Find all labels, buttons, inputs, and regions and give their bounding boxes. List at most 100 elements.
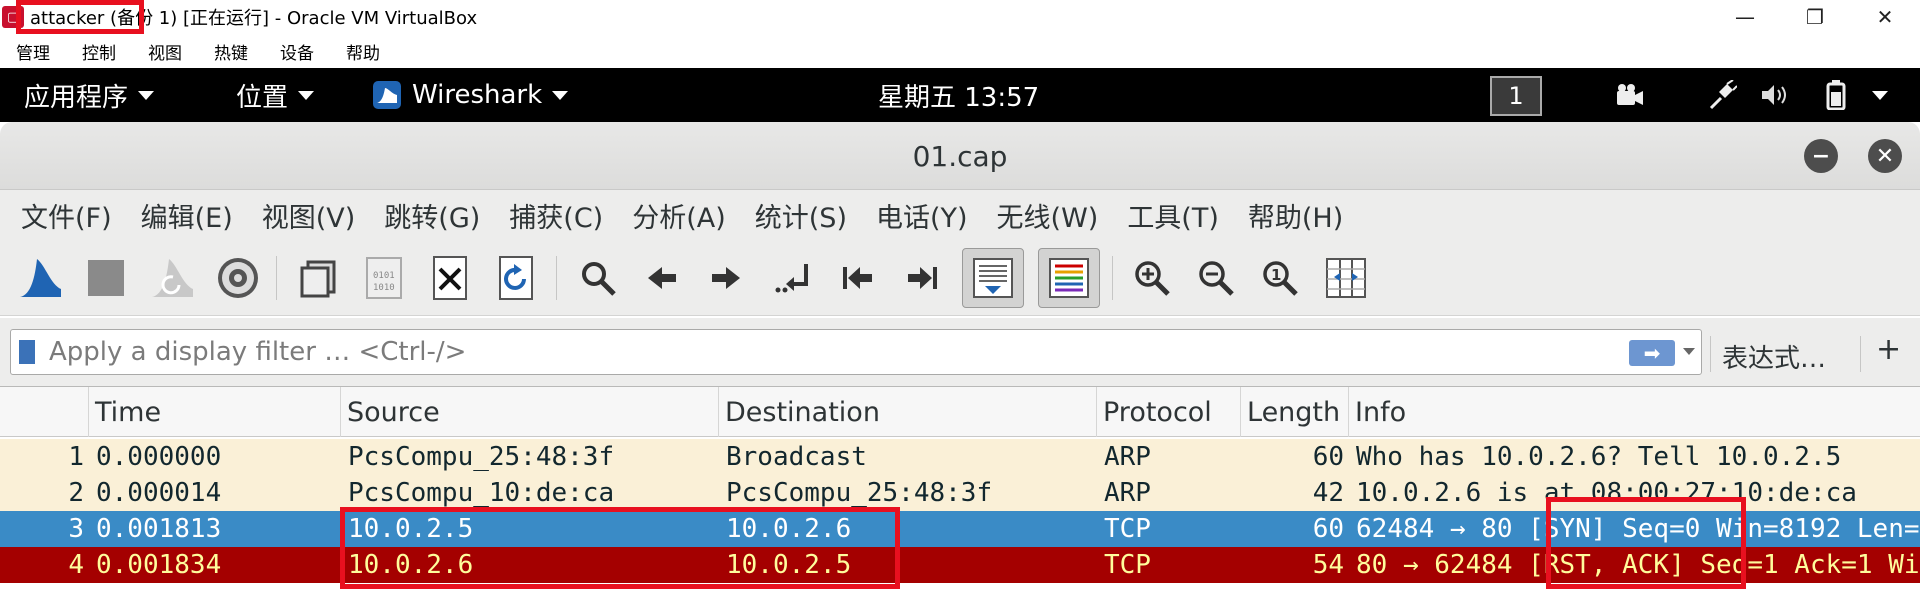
vbox-menu-devices[interactable]: 设备 [280,39,314,64]
menu-edit[interactable]: 编辑(E) [141,196,233,235]
wireshark-headerbar: 01.cap − ✕ [0,122,1920,190]
workspace-indicator[interactable]: 1 [1490,76,1542,116]
vbox-menu-manage[interactable]: 管理 [16,39,50,64]
packet-info: Who has 10.0.2.6? Tell 10.0.2.5 [1356,442,1842,472]
svg-text:1010: 1010 [373,283,395,293]
start-capture-fin-icon[interactable] [12,250,68,306]
packet-time: 0.001813 [96,514,222,544]
stop-capture-icon[interactable] [78,250,134,306]
last-packet-icon[interactable] [894,250,950,306]
packet-length: 60 [1312,442,1344,472]
capture-options-gear-icon[interactable] [210,250,266,306]
menu-analyze[interactable]: 分析(A) [632,196,726,235]
menu-wireless[interactable]: 无线(W) [997,196,1099,235]
video-camera-icon[interactable] [1614,82,1646,108]
autoscroll-toggle-icon[interactable] [962,248,1024,308]
packet-row[interactable]: 4 0.001834 10.0.2.6 10.0.2.5 TCP 54 80 →… [0,547,1920,583]
filter-history-chevron-icon[interactable] [1683,348,1695,355]
packet-source: 10.0.2.6 [348,550,474,580]
minimize-icon[interactable]: − [1804,139,1838,173]
vbox-menu-help[interactable]: 帮助 [346,39,380,64]
vbox-menu-view[interactable]: 视图 [148,39,182,64]
battery-icon[interactable] [1820,80,1852,110]
packet-length: 60 [1312,514,1344,544]
menu-statistics[interactable]: 统计(S) [755,196,847,235]
packet-no: 2 [68,478,84,508]
save-file-icon[interactable]: 0101 1010 [356,250,412,306]
wireshark-app-menu[interactable]: Wireshark [372,68,569,122]
packet-time: 0.000014 [96,478,222,508]
packet-length: 42 [1312,478,1344,508]
display-filter-box: ➡ [10,329,1702,375]
places-menu[interactable]: 位置 [236,68,315,122]
places-label: 位置 [236,82,289,113]
go-to-packet-icon[interactable] [764,250,820,306]
vbox-menu-control[interactable]: 控制 [82,39,116,64]
packet-time: 0.000000 [96,442,222,472]
display-filter-bar: ➡ 表达式… + [0,318,1920,386]
go-forward-arrow-icon[interactable] [698,250,754,306]
close-button[interactable]: ✕ [1850,0,1920,34]
zoom-reset-icon[interactable]: 1 [1252,250,1308,306]
reload-file-icon[interactable] [488,250,544,306]
zoom-in-icon[interactable] [1124,250,1180,306]
column-header-time[interactable]: Time [88,387,340,437]
applications-label: 应用程序 [24,82,129,113]
packet-no: 3 [68,514,84,544]
menu-capture[interactable]: 捕获(C) [509,196,603,235]
packet-time: 0.001834 [96,550,222,580]
column-header-protocol[interactable]: Protocol [1096,387,1240,437]
menu-file[interactable]: 文件(F) [21,196,112,235]
close-icon[interactable]: ✕ [1868,139,1902,173]
minimize-button[interactable]: — [1710,0,1780,34]
vbox-window-title: attacker (备份 1) [正在运行] - Oracle VM Virtu… [30,4,477,30]
open-file-icon[interactable] [290,250,346,306]
menu-tools[interactable]: 工具(T) [1127,196,1219,235]
system-menu-chevron-icon[interactable] [1864,82,1896,108]
display-filter-input[interactable] [49,336,1549,368]
column-header-no[interactable] [0,387,88,437]
column-header-destination[interactable]: Destination [718,387,1096,437]
menu-view[interactable]: 视图(V) [262,196,356,235]
clock[interactable]: 星期五 13:57 [878,68,1039,122]
packet-info: 10.0.2.6 is at 08:00:27:10:de:ca [1356,478,1857,508]
svg-text:0101: 0101 [373,271,395,281]
restart-capture-icon[interactable] [144,250,200,306]
packet-list: Time Source Destination Protocol Length … [0,386,1920,611]
packet-destination: PcsCompu_25:48:3f [726,478,993,508]
packet-destination: 10.0.2.6 [726,514,852,544]
vbox-menu-hotkeys[interactable]: 热键 [214,39,248,64]
first-packet-icon[interactable] [830,250,886,306]
add-filter-button[interactable]: + [1876,332,1901,367]
packet-info: 62484 → 80 [SYN] Seq=0 Win=8192 Len=0 [1356,514,1920,544]
wireshark-menubar: 文件(F) 编辑(E) 视图(V) 跳转(G) 捕获(C) 分析(A) 统计(S… [0,190,1920,240]
column-header-length[interactable]: Length [1240,387,1348,437]
applications-menu[interactable]: 应用程序 [24,68,155,122]
resize-columns-icon[interactable] [1318,250,1374,306]
menu-go[interactable]: 跳转(G) [384,196,480,235]
find-packet-search-icon[interactable] [570,250,626,306]
packet-info: 80 → 62484 [RST, ACK] Seq=1 Ack=1 Win=0 … [1356,550,1920,580]
apply-filter-arrow-icon[interactable]: ➡ [1629,340,1675,366]
gnome-top-bar: 应用程序 位置 Wireshark 星期五 13:57 1 [0,68,1920,122]
packet-row[interactable]: 2 0.000014 PcsCompu_10:de:ca PcsCompu_25… [0,475,1920,511]
maximize-button[interactable]: ❐ [1780,0,1850,34]
menu-telephony[interactable]: 电话(Y) [876,196,968,235]
colorize-toggle-icon[interactable] [1038,248,1100,308]
chevron-down-icon [552,90,569,100]
packet-row[interactable]: 1 0.000000 PcsCompu_25:48:3f Broadcast A… [0,439,1920,475]
network-wired-icon[interactable] [1706,80,1738,110]
column-header-info[interactable]: Info [1348,387,1920,437]
go-back-arrow-icon[interactable] [634,250,690,306]
bookmark-icon[interactable] [19,340,35,364]
volume-icon[interactable] [1760,82,1792,108]
wireshark-app-label: Wireshark [412,80,543,110]
close-file-icon[interactable] [422,250,478,306]
vbox-title-rest: [正在运行] - Oracle VM VirtualBox [177,8,478,29]
expression-button[interactable]: 表达式… [1722,338,1826,375]
packet-list-header: Time Source Destination Protocol Length … [0,387,1920,437]
packet-row[interactable]: 3 0.001813 10.0.2.5 10.0.2.6 TCP 60 6248… [0,511,1920,547]
zoom-out-icon[interactable] [1188,250,1244,306]
column-header-source[interactable]: Source [340,387,718,437]
menu-help[interactable]: 帮助(H) [1248,196,1343,235]
